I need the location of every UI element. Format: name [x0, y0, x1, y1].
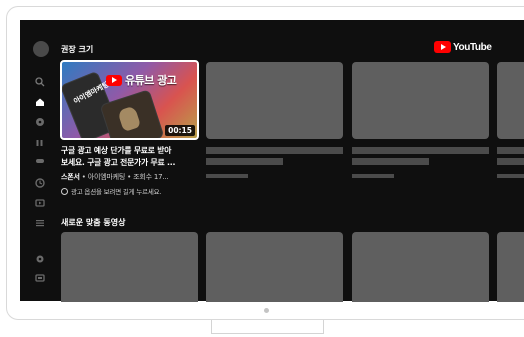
search-icon[interactable]	[34, 76, 46, 88]
ad-options-notice: 광고 옵션을 보려면 길게 누르세요.	[61, 186, 203, 196]
placeholder-meta-bar	[206, 174, 248, 178]
placeholder-title-bar	[497, 158, 524, 165]
account-switch-icon[interactable]	[34, 272, 46, 284]
thumbnail-phone-image	[99, 89, 165, 138]
video-placeholder-thumbnail[interactable]	[497, 62, 524, 139]
menu-icon[interactable]	[34, 217, 46, 229]
video-placeholder-thumbnail[interactable]	[206, 62, 343, 139]
video-placeholder-thumbnail[interactable]	[497, 232, 524, 302]
video-placeholder-thumbnail[interactable]	[352, 232, 489, 302]
avatar[interactable]	[33, 41, 49, 57]
library-icon[interactable]	[34, 177, 46, 189]
featured-video-title[interactable]: 구글 광고 예상 단가를 무료로 받아 보세요. 구글 광고 전문가가 무료 .…	[61, 145, 203, 169]
placeholder-title-bar	[206, 158, 283, 165]
youtube-play-icon	[106, 74, 122, 86]
youtube-logo: YouTube	[434, 41, 492, 53]
home-icon[interactable]	[34, 96, 46, 108]
placeholder-title-bar	[352, 147, 489, 154]
subscriptions-icon[interactable]	[34, 137, 46, 149]
thumbnail-banner-text: 유튜브 광고	[125, 74, 177, 87]
youtube-play-icon	[434, 41, 451, 53]
settings-icon[interactable]	[34, 253, 46, 265]
section-title-new-videos: 새로운 맞춤 동영상	[61, 218, 126, 227]
video-icon[interactable]	[34, 197, 46, 209]
video-placeholder-thumbnail[interactable]	[352, 62, 489, 139]
video-placeholder-thumbnail[interactable]	[206, 232, 343, 302]
sponsor-label: 스폰서	[61, 173, 80, 181]
info-icon	[61, 187, 68, 195]
thumbnail-banner: 유튜브 광고	[106, 72, 177, 88]
youtube-logo-text: YouTube	[453, 41, 492, 53]
title-line-2: 보세요. 구글 광고 전문가가 무료 ...	[61, 158, 176, 167]
featured-video-thumbnail[interactable]: 아이엠마케팅 유튜브 광고 00:15	[60, 60, 199, 140]
featured-video-meta: 스폰서 • 아이엠마케팅 • 조회수 17...	[61, 172, 203, 182]
placeholder-meta-bar	[497, 174, 524, 178]
placeholder-meta-bar	[352, 174, 394, 178]
notice-text: 광고 옵션을 보려면 길게 누르세요.	[71, 188, 162, 196]
placeholder-title-bar	[497, 147, 524, 154]
video-placeholder-thumbnail[interactable]	[61, 232, 198, 302]
section-title-recommended: 권장 크기	[61, 45, 94, 54]
meta-text: • 아이엠마케팅 • 조회수 17...	[79, 173, 169, 181]
power-indicator	[264, 308, 269, 313]
title-line-1: 구글 광고 예상 단가를 무료로 받아	[61, 146, 172, 155]
explore-icon[interactable]	[34, 116, 46, 128]
placeholder-title-bar	[352, 158, 429, 165]
placeholder-title-bar	[206, 147, 343, 154]
duration-badge: 00:15	[165, 125, 195, 136]
gaming-icon[interactable]	[34, 155, 46, 167]
monitor-stand	[211, 320, 324, 334]
